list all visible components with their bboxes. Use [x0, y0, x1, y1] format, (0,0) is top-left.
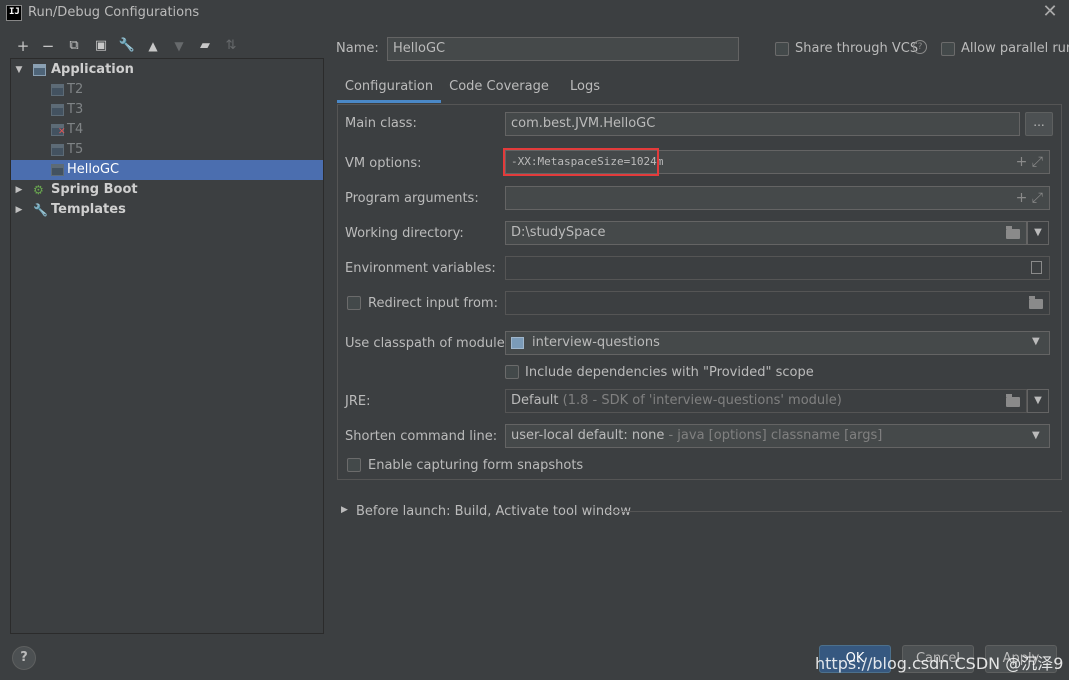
tree-label: T5 [67, 142, 84, 157]
before-launch-label[interactable]: Before launch: Build, Activate tool wind… [356, 504, 631, 519]
new-folder-icon[interactable]: ▰ [195, 37, 215, 55]
collapse-arrow-icon[interactable]: ▶ [13, 180, 25, 200]
classpath-label: Use classpath of module: [345, 336, 510, 351]
jre-dropdown[interactable]: ▼ [1027, 389, 1049, 413]
close-icon[interactable]: ✕ [1041, 2, 1059, 22]
chevron-down-icon[interactable]: ▼ [1032, 430, 1040, 441]
name-input[interactable]: HelloGC [387, 37, 739, 61]
snapshots-checkbox[interactable] [347, 458, 361, 472]
env-vars-label: Environment variables: [345, 261, 496, 276]
tab-code-coverage[interactable]: Code Coverage [449, 72, 549, 103]
folder-icon[interactable] [1029, 296, 1043, 309]
save-icon[interactable]: ▣ [91, 37, 111, 55]
help-circle-icon[interactable]: ? [913, 40, 927, 54]
allow-parallel-label: Allow parallel run [961, 41, 1069, 56]
shorten-label: Shorten command line: [345, 429, 498, 444]
intellij-logo-icon: IJ [6, 5, 22, 21]
redirect-input-label: Redirect input from: [368, 296, 498, 311]
chevron-down-icon[interactable]: ▼ [1032, 336, 1040, 347]
share-vcs-label: Share through VCS [795, 41, 919, 56]
sort-icon[interactable]: ⇅ [221, 37, 241, 55]
run-config-icon [51, 144, 64, 156]
watermark: https://blog.csdn.CSDN @沉泽9 [815, 654, 1064, 673]
shorten-hint: - java [options] classname [args] [668, 428, 883, 443]
title-bar: IJ Run/Debug Configurations ✕ [0, 0, 1069, 27]
working-dir-input[interactable]: D:\studySpace [505, 221, 1027, 245]
tab-configuration[interactable]: Configuration [337, 72, 441, 103]
tree-item-t5[interactable]: T5 [11, 140, 323, 160]
redirect-input-checkbox[interactable] [347, 296, 361, 310]
tree-item-t2[interactable]: T2 [11, 80, 323, 100]
run-config-icon [51, 84, 64, 96]
tab-logs[interactable]: Logs [563, 72, 607, 103]
run-config-icon [51, 164, 64, 176]
tree-item-hellogc[interactable]: HelloGC [11, 160, 323, 180]
expand-arrow-icon[interactable]: ▼ [13, 60, 25, 80]
include-deps-label: Include dependencies with "Provided" sco… [525, 365, 814, 380]
tree-label-templates: Templates [51, 202, 126, 217]
document-icon[interactable] [1031, 261, 1042, 274]
jre-label: JRE: [345, 394, 371, 409]
env-vars-input[interactable] [505, 256, 1050, 280]
highlight-box [503, 148, 659, 176]
expand-icons[interactable]: + ⤢ [1016, 187, 1043, 209]
working-dir-label: Working directory: [345, 226, 464, 241]
program-args-input[interactable]: + ⤢ [505, 186, 1050, 210]
copy-icon[interactable]: ⧉ [64, 37, 84, 55]
add-icon[interactable]: + [13, 37, 33, 55]
tab-bar: Configuration Code Coverage Logs [337, 72, 1062, 103]
tree-label: T4 [67, 122, 84, 137]
tree-item-spring-boot[interactable]: ▶ ⚙ Spring Boot [11, 180, 323, 200]
main-class-input[interactable]: com.best.JVM.HelloGC [505, 112, 1020, 136]
name-label: Name: [336, 41, 379, 56]
jre-hint: (1.8 - SDK of 'interview-questions' modu… [562, 393, 842, 408]
window-title: Run/Debug Configurations [28, 5, 200, 20]
redirect-input-field[interactable] [505, 291, 1050, 315]
classpath-select[interactable]: interview-questions [505, 331, 1050, 355]
spring-boot-icon: ⚙ [33, 183, 44, 197]
snapshots-label: Enable capturing form snapshots [368, 458, 584, 473]
shorten-select[interactable]: user-local default: none - java [options… [505, 424, 1050, 448]
folder-icon[interactable] [1006, 394, 1020, 407]
jre-input[interactable]: Default (1.8 - SDK of 'interview-questio… [505, 389, 1027, 413]
tree-label: T2 [67, 82, 84, 97]
configurations-tree[interactable]: ▼ Application T2 T3 ✕ T4 T5 HelloGC ▶ ⚙ … [10, 58, 324, 634]
working-dir-dropdown[interactable]: ▼ [1027, 221, 1049, 245]
jre-value: Default [511, 393, 559, 408]
remove-icon[interactable]: − [38, 37, 58, 55]
help-button[interactable]: ? [12, 646, 36, 670]
main-class-label: Main class: [345, 116, 417, 131]
browse-button[interactable]: ... [1025, 112, 1053, 136]
move-down-icon[interactable]: ▼ [169, 37, 189, 55]
include-deps-checkbox[interactable] [505, 365, 519, 379]
tree-label: HelloGC [67, 162, 120, 177]
tree-item-t3[interactable]: T3 [11, 100, 323, 120]
folder-icon[interactable] [1006, 226, 1020, 239]
vm-options-label: VM options: [345, 156, 422, 171]
tree-item-t4[interactable]: ✕ T4 [11, 120, 323, 140]
application-icon [33, 64, 46, 76]
program-args-label: Program arguments: [345, 191, 479, 206]
tree-label-spring-boot: Spring Boot [51, 182, 138, 197]
share-vcs-checkbox[interactable] [775, 42, 789, 56]
tree-item-templates[interactable]: ▶ 🔧 Templates [11, 200, 323, 220]
wrench-icon: 🔧 [33, 203, 48, 217]
separator [606, 511, 1062, 512]
module-icon [511, 337, 524, 349]
wrench-icon[interactable]: 🔧 [117, 37, 137, 55]
move-up-icon[interactable]: ▲ [143, 37, 163, 55]
shorten-value: user-local default: none [511, 428, 665, 443]
run-config-icon [51, 104, 64, 116]
allow-parallel-checkbox[interactable] [941, 42, 955, 56]
expand-icons[interactable]: + ⤢ [1016, 151, 1043, 173]
collapse-arrow-icon[interactable]: ▶ [13, 200, 25, 220]
run-config-error-icon: ✕ [51, 124, 66, 137]
expand-arrow-icon[interactable]: ▶ [341, 505, 348, 515]
tree-label-application: Application [51, 62, 134, 77]
tree-label: T3 [67, 102, 84, 117]
tree-item-application[interactable]: ▼ Application [11, 60, 323, 80]
